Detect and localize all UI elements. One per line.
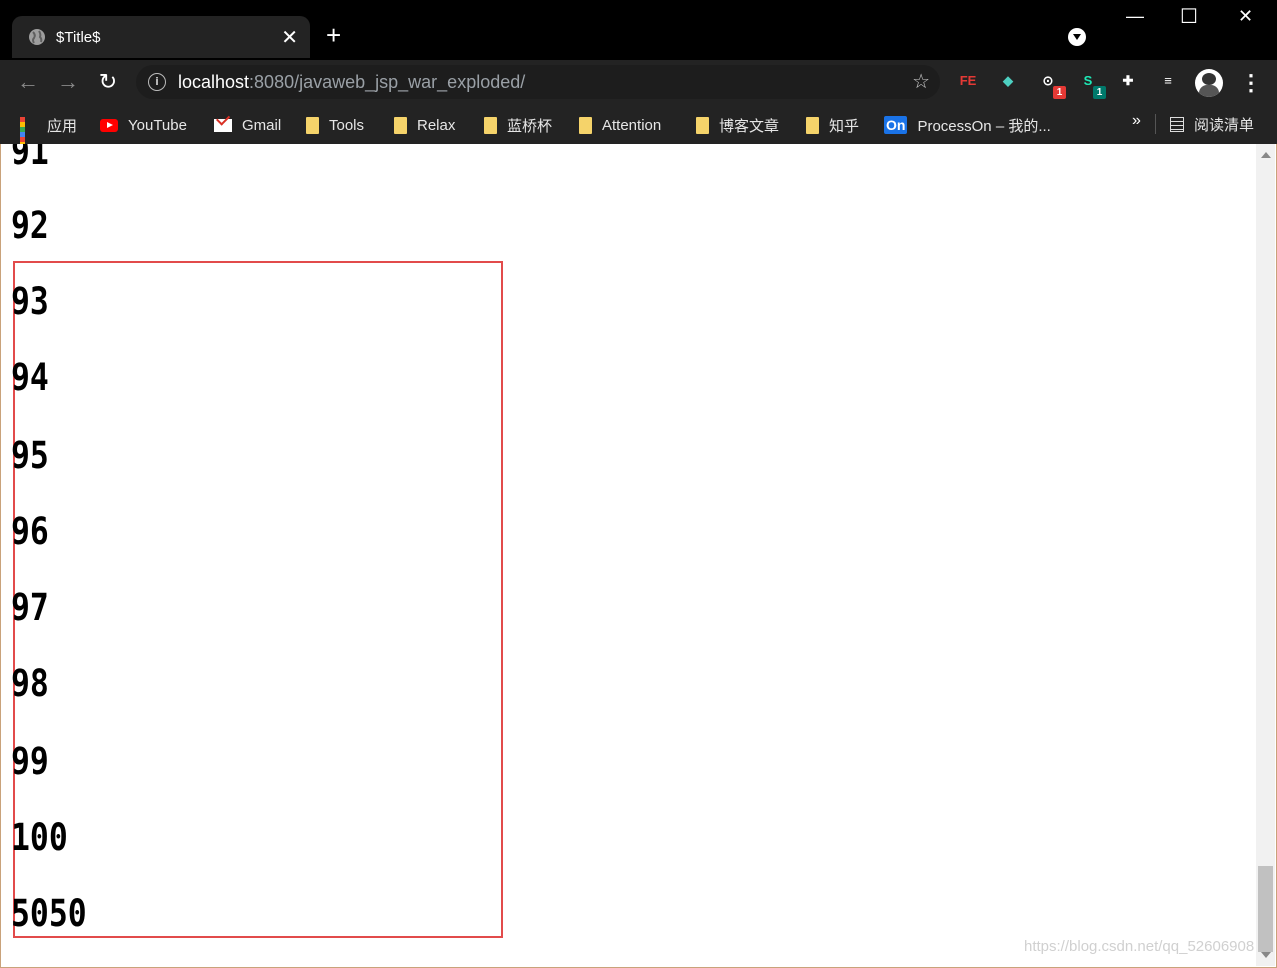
playlist-icon[interactable]: ≡ — [1157, 70, 1179, 92]
scroll-up-icon[interactable] — [1261, 152, 1271, 158]
folder-icon — [394, 116, 407, 134]
divider — [1155, 114, 1156, 134]
bookmarks-bar: » 阅读清单 应用 YouTube Gmail Tools Relax 蓝桥杯 Attent… — [0, 106, 1277, 162]
apps-icon — [20, 116, 37, 162]
output-number: 92 — [11, 204, 49, 247]
maximize-button[interactable]: ☐ — [1180, 4, 1198, 29]
bookmark-item[interactable]: 应用 — [20, 114, 78, 162]
new-tab-button[interactable]: + — [326, 22, 341, 48]
media-control-icon[interactable] — [1068, 28, 1086, 46]
output-number: 100 — [11, 816, 68, 859]
output-number: 98 — [11, 662, 49, 705]
fe-icon[interactable]: FE — [957, 70, 979, 92]
bookmarks-more-icon[interactable]: » — [1132, 112, 1141, 130]
bookmark-label: Tools — [329, 116, 365, 134]
bookmark-item[interactable]: Attention — [579, 114, 661, 136]
bookmark-item[interactable]: 蓝桥杯 — [484, 114, 552, 136]
globe-icon — [29, 29, 45, 45]
address-bar[interactable]: i localhost:8080/javaweb_jsp_war_explode… — [136, 65, 940, 99]
url-text[interactable]: localhost:8080/javaweb_jsp_war_exploded/ — [178, 72, 525, 93]
bookmark-label: 蓝桥杯 — [507, 117, 553, 135]
menu-icon[interactable]: ⋮ — [1240, 70, 1262, 96]
bookmark-label: Attention — [602, 116, 662, 134]
page-content: 91 92 93 94 95 96 97 98 99 100 5050 — [1, 144, 1255, 966]
bookmark-item[interactable]: Tools — [306, 114, 364, 136]
folder-icon — [484, 116, 497, 134]
reading-list-icon — [1170, 117, 1184, 132]
reading-list-label: 阅读清单 — [1194, 117, 1255, 134]
youtube-icon — [100, 118, 118, 132]
output-number: 5050 — [11, 892, 87, 935]
scroll-down-icon[interactable] — [1261, 952, 1271, 958]
puzzle-icon[interactable]: ✚ — [1117, 70, 1139, 92]
reload-button[interactable]: ↻ — [94, 68, 122, 96]
output-number: 96 — [11, 510, 49, 553]
gmail-icon — [214, 118, 232, 132]
vertical-scrollbar[interactable] — [1256, 144, 1275, 966]
output-number: 97 — [11, 586, 49, 629]
bookmark-item[interactable]: Gmail — [214, 114, 281, 136]
output-number: 95 — [11, 434, 49, 477]
bookmark-label: 知乎 — [829, 117, 860, 135]
toolbar: ← → ↻ i localhost:8080/javaweb_jsp_war_e… — [0, 60, 1277, 106]
bookmark-label: 博客文章 — [719, 117, 780, 135]
folder-icon — [579, 116, 592, 134]
bookmark-label: YouTube — [128, 116, 187, 134]
bookmark-item[interactable]: 知乎 — [806, 114, 859, 136]
bookmark-item[interactable]: 博客文章 — [696, 114, 779, 136]
output-number: 93 — [11, 280, 49, 323]
reading-list-button[interactable]: 阅读清单 — [1170, 114, 1254, 135]
site-info-icon[interactable]: i — [148, 73, 166, 91]
bookmark-item[interactable]: YouTube — [100, 114, 187, 136]
output-number: 99 — [11, 740, 49, 783]
tab-close-icon[interactable]: ✕ — [281, 25, 298, 50]
bookmark-label: ProcessOn – 我的... — [917, 117, 1051, 135]
bookmark-item[interactable]: Relax — [394, 114, 455, 136]
forward-button[interactable]: → — [54, 68, 82, 96]
tab-title: $Title$ — [56, 29, 101, 46]
title-bar: $Title$ ✕ + — ☐ ✕ — [0, 0, 1277, 60]
highlight-box — [13, 261, 503, 938]
back-button[interactable]: ← — [14, 68, 42, 96]
output-number: 94 — [11, 356, 49, 399]
diamond-icon[interactable]: ◆ — [997, 70, 1019, 92]
bookmark-label: Relax — [417, 116, 456, 134]
extension-badge: 1 — [1053, 86, 1066, 99]
watermark: https://blog.csdn.net/qq_52606908 — [1024, 938, 1255, 955]
bookmark-label: 应用 — [47, 117, 78, 135]
folder-icon — [696, 116, 709, 134]
avatar[interactable] — [1195, 69, 1223, 97]
folder-icon — [806, 116, 819, 134]
close-window-button[interactable]: ✕ — [1238, 6, 1253, 27]
output-number: 91 — [11, 144, 49, 173]
folder-icon — [306, 116, 319, 134]
scrollbar-thumb[interactable] — [1258, 866, 1273, 952]
active-tab[interactable]: $Title$ ✕ — [12, 16, 310, 58]
bookmark-item[interactable]: On ProcessOn – 我的... — [884, 114, 1051, 136]
processon-icon: On — [884, 116, 908, 134]
extension-badge: 1 — [1093, 86, 1106, 99]
bookmark-star-icon[interactable]: ☆ — [912, 69, 930, 94]
bookmark-label: Gmail — [242, 116, 282, 134]
minimize-button[interactable]: — — [1126, 6, 1144, 27]
